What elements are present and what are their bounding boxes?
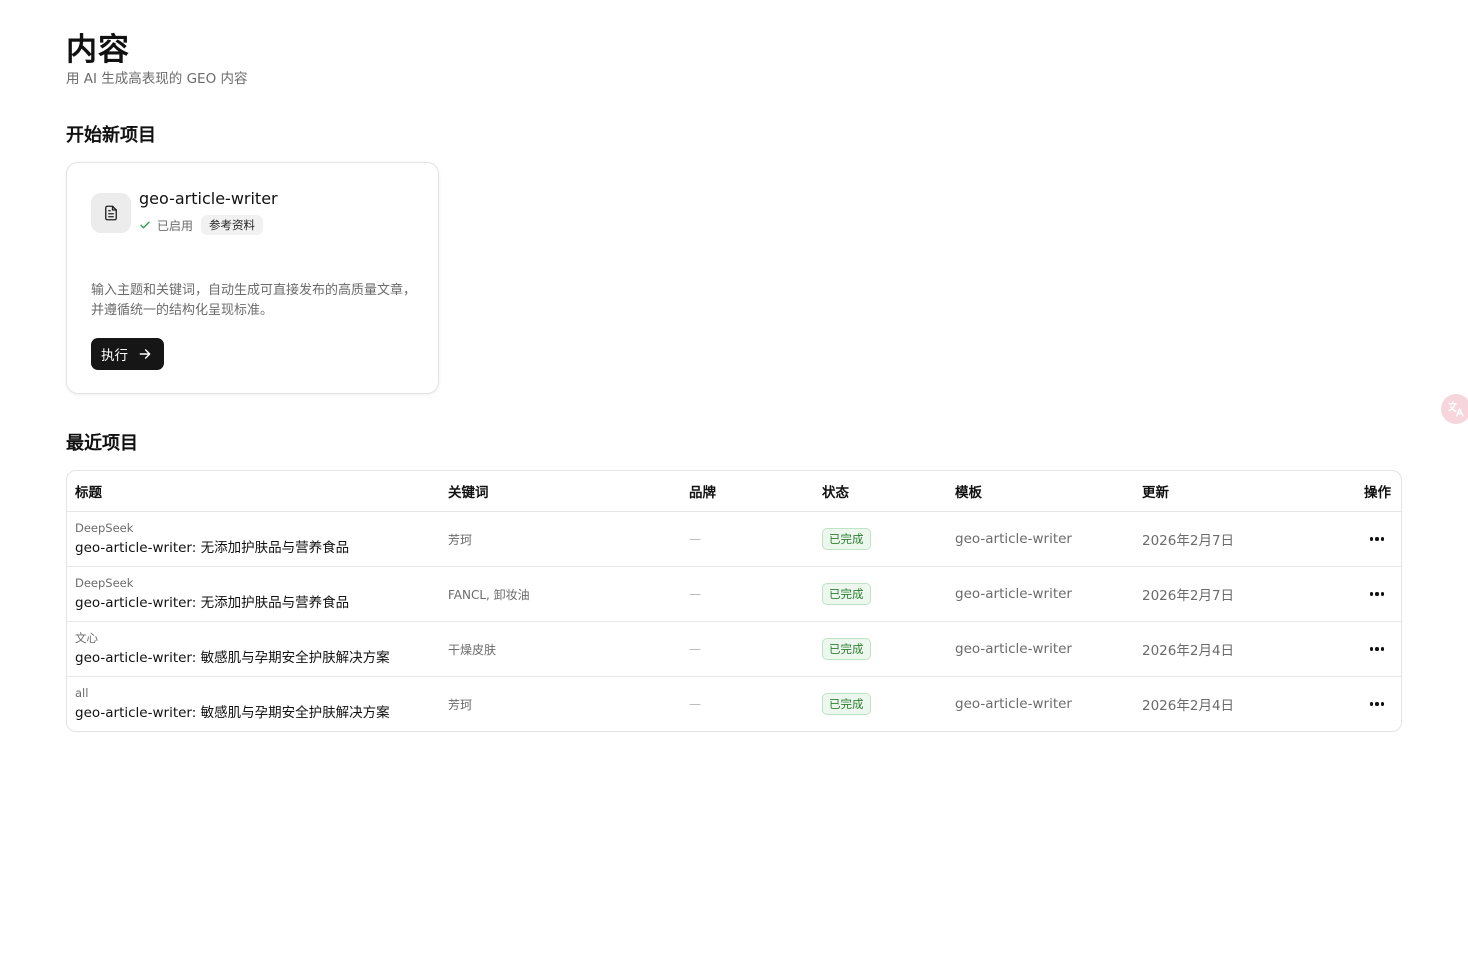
engine-label: DeepSeek	[75, 520, 134, 535]
status-badge: 已完成	[822, 528, 871, 550]
template-name: geo-article-writer	[139, 189, 278, 208]
check-icon	[140, 221, 150, 229]
more-horizontal-icon[interactable]	[1363, 637, 1391, 661]
more-horizontal-icon[interactable]	[1363, 582, 1391, 606]
translate-icon[interactable]	[1441, 394, 1468, 424]
status-badge: 已完成	[822, 693, 871, 715]
project-title[interactable]: geo-article-writer: 无添加护肤品与营养食品	[75, 538, 349, 558]
updated-date: 2026年2月4日	[1142, 698, 1235, 714]
status-badge: 已完成	[822, 583, 871, 605]
column-header-updated: 更新	[1142, 485, 1169, 501]
brand: —	[689, 587, 701, 601]
keywords: 芳珂	[448, 532, 473, 547]
enabled-status: 已启用	[157, 218, 194, 233]
keywords: FANCL, 卸妆油	[448, 587, 530, 602]
more-horizontal-icon[interactable]	[1363, 527, 1391, 551]
keywords: 芳珂	[448, 697, 473, 712]
new-project-section-title: 开始新项目	[66, 125, 156, 146]
page-subtitle: 用 AI 生成高表现的 GEO 内容	[66, 71, 248, 87]
table-row[interactable]: DeepSeek geo-article-writer: 无添加护肤品与营养食品…	[67, 511, 1401, 566]
recent-projects-table: 标题 关键词 品牌 状态 模板 更新 操作 DeepSeek geo-artic…	[66, 470, 1402, 732]
reference-tag: 参考资料	[201, 215, 264, 235]
recent-projects-section-title: 最近项目	[66, 433, 138, 454]
column-header-status: 状态	[822, 485, 849, 501]
updated-date: 2026年2月7日	[1142, 533, 1235, 549]
column-header-keywords: 关键词	[448, 485, 489, 501]
brand: —	[689, 697, 701, 711]
template-card-geo-article-writer: geo-article-writer 已启用 参考资料 输入主题和关键词，自动生…	[66, 162, 439, 394]
template-meta: 已启用 参考资料	[139, 215, 264, 235]
template-name: geo-article-writer	[955, 696, 1072, 712]
table-row[interactable]: DeepSeek geo-article-writer: 无添加护肤品与营养食品…	[67, 566, 1401, 621]
table-row[interactable]: 文心 geo-article-writer: 敏感肌与孕期安全护肤解决方案 干燥…	[67, 621, 1401, 676]
brand: —	[689, 642, 701, 656]
more-horizontal-icon[interactable]	[1363, 692, 1391, 716]
status-badge: 已完成	[822, 638, 871, 660]
project-title[interactable]: geo-article-writer: 敏感肌与孕期安全护肤解决方案	[75, 703, 390, 723]
template-name: geo-article-writer	[955, 641, 1072, 657]
column-header-title: 标题	[75, 485, 102, 501]
engine-label: all	[75, 685, 89, 700]
keywords: 干燥皮肤	[448, 642, 497, 657]
table-header-row: 标题 关键词 品牌 状态 模板 更新 操作	[67, 471, 1401, 511]
project-title[interactable]: geo-article-writer: 无添加护肤品与营养食品	[75, 593, 349, 613]
column-header-actions: 操作	[1364, 485, 1391, 501]
updated-date: 2026年2月4日	[1142, 643, 1235, 659]
engine-label: DeepSeek	[75, 575, 134, 590]
template-description: 输入主题和关键词，自动生成可直接发布的高质量文章，并遵循统一的结构化呈现标准。	[91, 283, 417, 318]
brand: —	[689, 532, 701, 546]
arrow-right-icon	[139, 349, 151, 359]
engine-label: 文心	[75, 630, 98, 645]
column-header-template: 模板	[955, 485, 982, 501]
table-row[interactable]: all geo-article-writer: 敏感肌与孕期安全护肤解决方案 芳…	[67, 676, 1401, 731]
document-icon	[91, 193, 131, 233]
template-name: geo-article-writer	[955, 586, 1072, 602]
project-title[interactable]: geo-article-writer: 敏感肌与孕期安全护肤解决方案	[75, 648, 390, 668]
updated-date: 2026年2月7日	[1142, 588, 1235, 604]
run-button-label: 执行	[101, 348, 128, 364]
column-header-brand: 品牌	[689, 485, 716, 501]
template-name: geo-article-writer	[955, 531, 1072, 547]
page-title: 内容	[66, 32, 130, 68]
run-button[interactable]: 执行	[91, 338, 164, 370]
